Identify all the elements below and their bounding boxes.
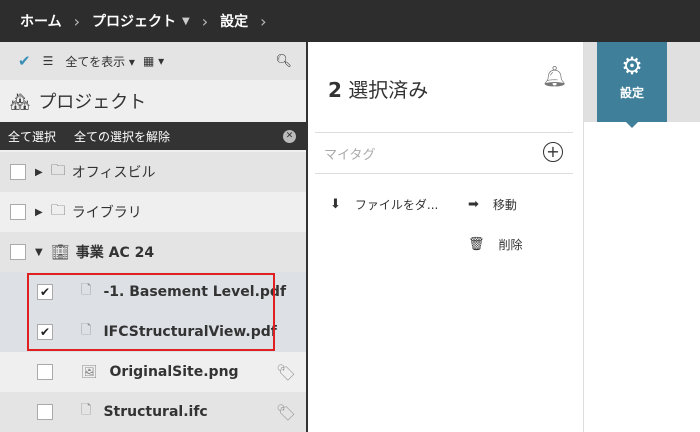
file-icon: 🗋	[81, 403, 92, 418]
tag-icon[interactable]: 🏷︎	[276, 363, 296, 382]
checkbox[interactable]	[37, 404, 53, 420]
panel-header: 🏘︎ プロジェクト	[0, 80, 306, 122]
item-label: 事業 AC 24	[75, 245, 155, 261]
file-row[interactable]: 🖼︎ OriginalSite.png 🏷︎	[0, 352, 306, 392]
tag-icon[interactable]: 🏷︎	[276, 403, 296, 422]
caret-down-icon[interactable]: ▼	[182, 16, 190, 27]
project-panel: ✔ ☰ 全てを表示 ▾ ▦ ▾ 🔍︎ 🏘︎ プロジェクト 全て選択 全ての選択を解…	[0, 42, 306, 432]
toolbar: ✔ ☰ 全てを表示 ▾ ▦ ▾ 🔍︎	[0, 42, 306, 80]
chevron-right-icon: ›	[73, 11, 80, 31]
chevron-right-icon: ›	[260, 11, 267, 31]
delete-label: 削除	[498, 238, 523, 252]
library-folder-icon: 🗀	[50, 200, 66, 219]
my-tags-label: マイタグ	[324, 148, 376, 163]
checkbox[interactable]	[10, 204, 26, 220]
delete-button[interactable]: 🗑︎ 削除	[468, 236, 523, 253]
download-label: ファイルをダ...	[354, 198, 439, 212]
breadcrumb-settings[interactable]: 設定	[220, 11, 248, 31]
search-icon[interactable]: 🔍︎	[275, 54, 292, 69]
building-icon: 🏢︎	[50, 243, 70, 261]
file-row[interactable]: 🗋 Structural.ifc 🏷︎	[0, 392, 306, 432]
item-label: オフィスビル	[71, 165, 156, 181]
image-file-icon: 🖼︎	[81, 364, 98, 380]
item-label: ライブラリ	[71, 205, 142, 221]
arrow-right-icon: ➡	[468, 197, 479, 212]
filter-label: 全てを表示	[65, 54, 126, 69]
expand-icon[interactable]: ▶	[35, 207, 43, 218]
tree-item-project[interactable]: ▼ 🏢︎ 事業 AC 24	[0, 232, 306, 272]
trash-icon: 🗑︎	[468, 237, 485, 252]
details-panel: 2 選択済み 🔔︎ マイタグ + ⬇ ファイルをダ... ➡ 移動 🗑︎ 削除	[308, 42, 584, 432]
checkbox[interactable]	[10, 164, 26, 180]
settings-label: 設定	[619, 86, 644, 100]
checkbox[interactable]	[37, 364, 53, 380]
expand-icon[interactable]: ▶	[35, 167, 43, 178]
tree-item-folder[interactable]: ▶ 🗀 オフィスビル	[0, 152, 306, 192]
breadcrumb-home[interactable]: ホーム	[20, 11, 62, 31]
selection-highlight	[27, 273, 275, 351]
move-label: 移動	[492, 198, 517, 212]
settings-tab[interactable]: ⚙ 設定	[597, 42, 667, 128]
move-button[interactable]: ➡ 移動	[468, 196, 517, 213]
tree-item-folder[interactable]: ▶ 🗀 ライブラリ	[0, 192, 306, 232]
folder-icon: 🗀	[50, 160, 66, 179]
project-icon: 🏘︎	[10, 91, 31, 111]
deselect-all-button[interactable]: 全ての選択を解除	[74, 128, 170, 145]
bell-icon[interactable]: 🔔︎	[542, 64, 567, 88]
selection-count: 2 選択済み	[328, 78, 429, 102]
download-icon: ⬇	[330, 197, 341, 212]
breadcrumb-project[interactable]: プロジェクト	[92, 11, 176, 31]
selection-bar: 全て選択 全ての選択を解除 ✕	[0, 122, 306, 150]
file-name: OriginalSite.png	[109, 364, 239, 380]
close-icon[interactable]: ✕	[283, 129, 296, 143]
page-title: プロジェクト	[38, 92, 147, 113]
divider	[315, 173, 573, 174]
gear-icon: ⚙	[621, 52, 643, 80]
list-icon[interactable]: ☰	[43, 54, 54, 68]
select-all-button[interactable]: 全て選択	[8, 128, 56, 145]
download-button[interactable]: ⬇ ファイルをダ...	[330, 196, 438, 213]
breadcrumb: ホーム › プロジェクト ▼ › 設定 ›	[0, 0, 700, 42]
divider	[315, 132, 573, 133]
filter-dropdown[interactable]: 全てを表示 ▾	[65, 53, 135, 70]
chevron-right-icon: ›	[201, 11, 209, 31]
calendar-icon[interactable]: ▦ ▾	[143, 54, 164, 68]
add-tag-button[interactable]: +	[543, 142, 563, 162]
check-icon[interactable]: ✔	[18, 52, 31, 70]
collapse-icon[interactable]: ▼	[35, 247, 43, 258]
checkbox[interactable]	[10, 244, 26, 260]
file-name: Structural.ifc	[103, 404, 208, 420]
side-tabs: ⚙ 設定	[584, 42, 700, 128]
